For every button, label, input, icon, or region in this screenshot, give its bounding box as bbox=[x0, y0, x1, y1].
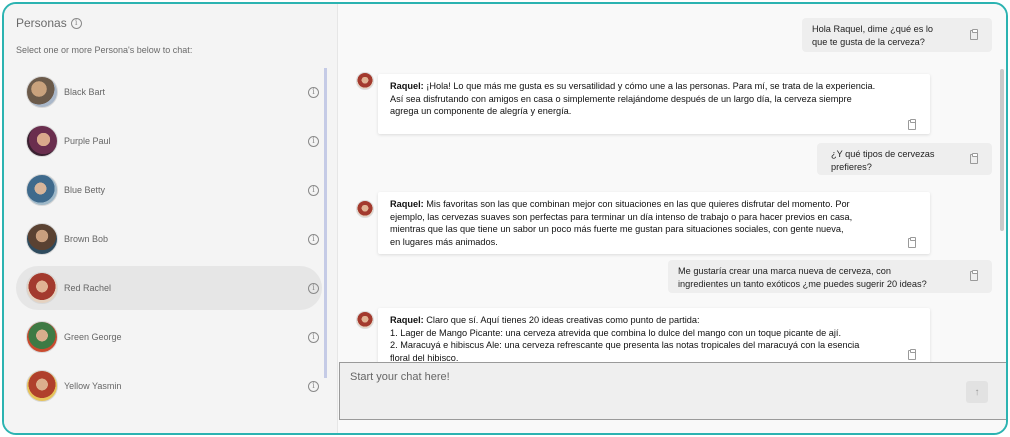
persona-name: Black Bart bbox=[64, 87, 106, 97]
bot-avatar bbox=[356, 311, 374, 329]
persona-item-blue-betty[interactable]: Blue Betty i bbox=[16, 168, 322, 212]
user-message-line: ingredientes un tanto exóticos ¿me puede… bbox=[678, 279, 927, 289]
persona-item-green-george[interactable]: Green George i bbox=[16, 315, 322, 359]
chat-input-placeholder: Start your chat here! bbox=[350, 371, 450, 383]
arrow-up-icon: ↑ bbox=[974, 386, 980, 398]
user-message-line: Me gustaría crear una marca nueva de cer… bbox=[678, 266, 891, 276]
info-icon[interactable]: i bbox=[308, 86, 319, 98]
sidebar-title-text: Personas bbox=[16, 16, 67, 30]
user-message-line: prefieres? bbox=[831, 162, 872, 172]
persona-name: Brown Bob bbox=[64, 234, 109, 244]
avatar bbox=[26, 223, 58, 255]
persona-name: Green George bbox=[64, 332, 122, 342]
send-button[interactable]: ↑ bbox=[966, 381, 988, 403]
info-icon[interactable]: i bbox=[308, 233, 319, 245]
info-icon[interactable]: i bbox=[308, 135, 319, 147]
copy-icon[interactable] bbox=[970, 270, 978, 281]
bot-message-line: en lugares más animados. bbox=[390, 236, 498, 247]
persona-item-yellow-yasmin[interactable]: Yellow Yasmin i bbox=[16, 364, 322, 408]
chat-input[interactable]: Start your chat here! ↑ bbox=[339, 362, 1006, 420]
avatar bbox=[26, 321, 58, 353]
user-message-line: que te gusta de la cerveza? bbox=[812, 37, 925, 47]
bot-message-line: ejemplo, las cervezas suaves son perfect… bbox=[390, 211, 853, 222]
copy-icon[interactable] bbox=[970, 29, 978, 40]
bot-message-line: mientras que las que tiene un sabor un p… bbox=[390, 224, 844, 235]
bot-message-line: ¡Hola! Lo que más me gusta es su versati… bbox=[426, 81, 876, 91]
user-message: ¿Y qué tipos de cervezas prefieres? bbox=[817, 143, 992, 175]
user-message: Me gustaría crear una marca nueva de cer… bbox=[668, 260, 992, 293]
bot-message: Raquel: Claro que sí. Aquí tienes 20 ide… bbox=[378, 308, 930, 364]
bot-message-line: Mis favoritas son las que combinan mejor… bbox=[426, 199, 850, 209]
app-frame: Personas i Select one or more Persona's … bbox=[2, 2, 1008, 435]
sidebar-scrollbar-thumb[interactable] bbox=[324, 68, 327, 378]
copy-icon[interactable] bbox=[908, 349, 916, 360]
sidebar-subtitle: Select one or more Persona's below to ch… bbox=[16, 45, 193, 55]
bot-message-line: Claro que sí. Aquí tienes 20 ideas creat… bbox=[426, 315, 700, 325]
user-message-line: Hola Raquel, dime ¿qué es lo bbox=[812, 24, 934, 34]
avatar bbox=[26, 370, 58, 402]
persona-item-purple-paul[interactable]: Purple Paul i bbox=[16, 119, 322, 163]
bot-avatar bbox=[356, 72, 374, 90]
persona-sidebar: Personas i Select one or more Persona's … bbox=[4, 4, 338, 433]
copy-icon[interactable] bbox=[908, 237, 916, 248]
persona-item-brown-bob[interactable]: Brown Bob i bbox=[16, 217, 322, 261]
copy-icon[interactable] bbox=[970, 153, 978, 164]
persona-item-red-rachel[interactable]: Red Rachel i bbox=[16, 266, 322, 310]
persona-item-black-bart[interactable]: Black Bart i bbox=[16, 70, 322, 114]
info-icon[interactable]: i bbox=[70, 17, 82, 29]
avatar bbox=[26, 125, 58, 157]
chat-scrollbar-thumb[interactable] bbox=[1000, 69, 1004, 231]
bot-message-line: agrega un componente de alegría y energí… bbox=[390, 106, 572, 117]
persona-name: Purple Paul bbox=[64, 136, 111, 146]
info-icon[interactable]: i bbox=[308, 380, 319, 392]
user-message: Hola Raquel, dime ¿qué es lo que te gust… bbox=[802, 18, 992, 52]
info-icon[interactable]: i bbox=[308, 282, 319, 294]
persona-name: Red Rachel bbox=[64, 283, 112, 293]
bot-speaker: Raquel: bbox=[390, 315, 424, 325]
info-icon[interactable]: i bbox=[308, 184, 319, 196]
bot-message: Raquel: ¡Hola! Lo que más me gusta es su… bbox=[378, 74, 930, 134]
bot-message: Raquel: Mis favoritas son las que combin… bbox=[378, 192, 930, 254]
bot-message-line: 2. Maracuyá e hibiscus Ale: una cerveza … bbox=[390, 340, 860, 351]
bot-speaker: Raquel: bbox=[390, 199, 424, 209]
bot-message-line: Así sea disfrutando con amigos en casa o… bbox=[390, 93, 852, 104]
copy-icon[interactable] bbox=[908, 119, 916, 130]
user-message-line: ¿Y qué tipos de cervezas bbox=[831, 149, 935, 159]
info-icon[interactable]: i bbox=[308, 331, 319, 343]
bot-message-line: 1. Lager de Mango Picante: una cerveza a… bbox=[390, 327, 841, 338]
avatar bbox=[26, 174, 58, 206]
avatar bbox=[26, 76, 58, 108]
persona-list: Black Bart i Purple Paul i Blue Betty i … bbox=[16, 66, 328, 416]
sidebar-title: Personas i bbox=[16, 16, 82, 30]
bot-avatar bbox=[356, 200, 374, 218]
bot-speaker: Raquel: bbox=[390, 81, 424, 91]
persona-name: Yellow Yasmin bbox=[64, 381, 122, 391]
persona-name: Blue Betty bbox=[64, 185, 106, 195]
avatar bbox=[26, 272, 58, 304]
